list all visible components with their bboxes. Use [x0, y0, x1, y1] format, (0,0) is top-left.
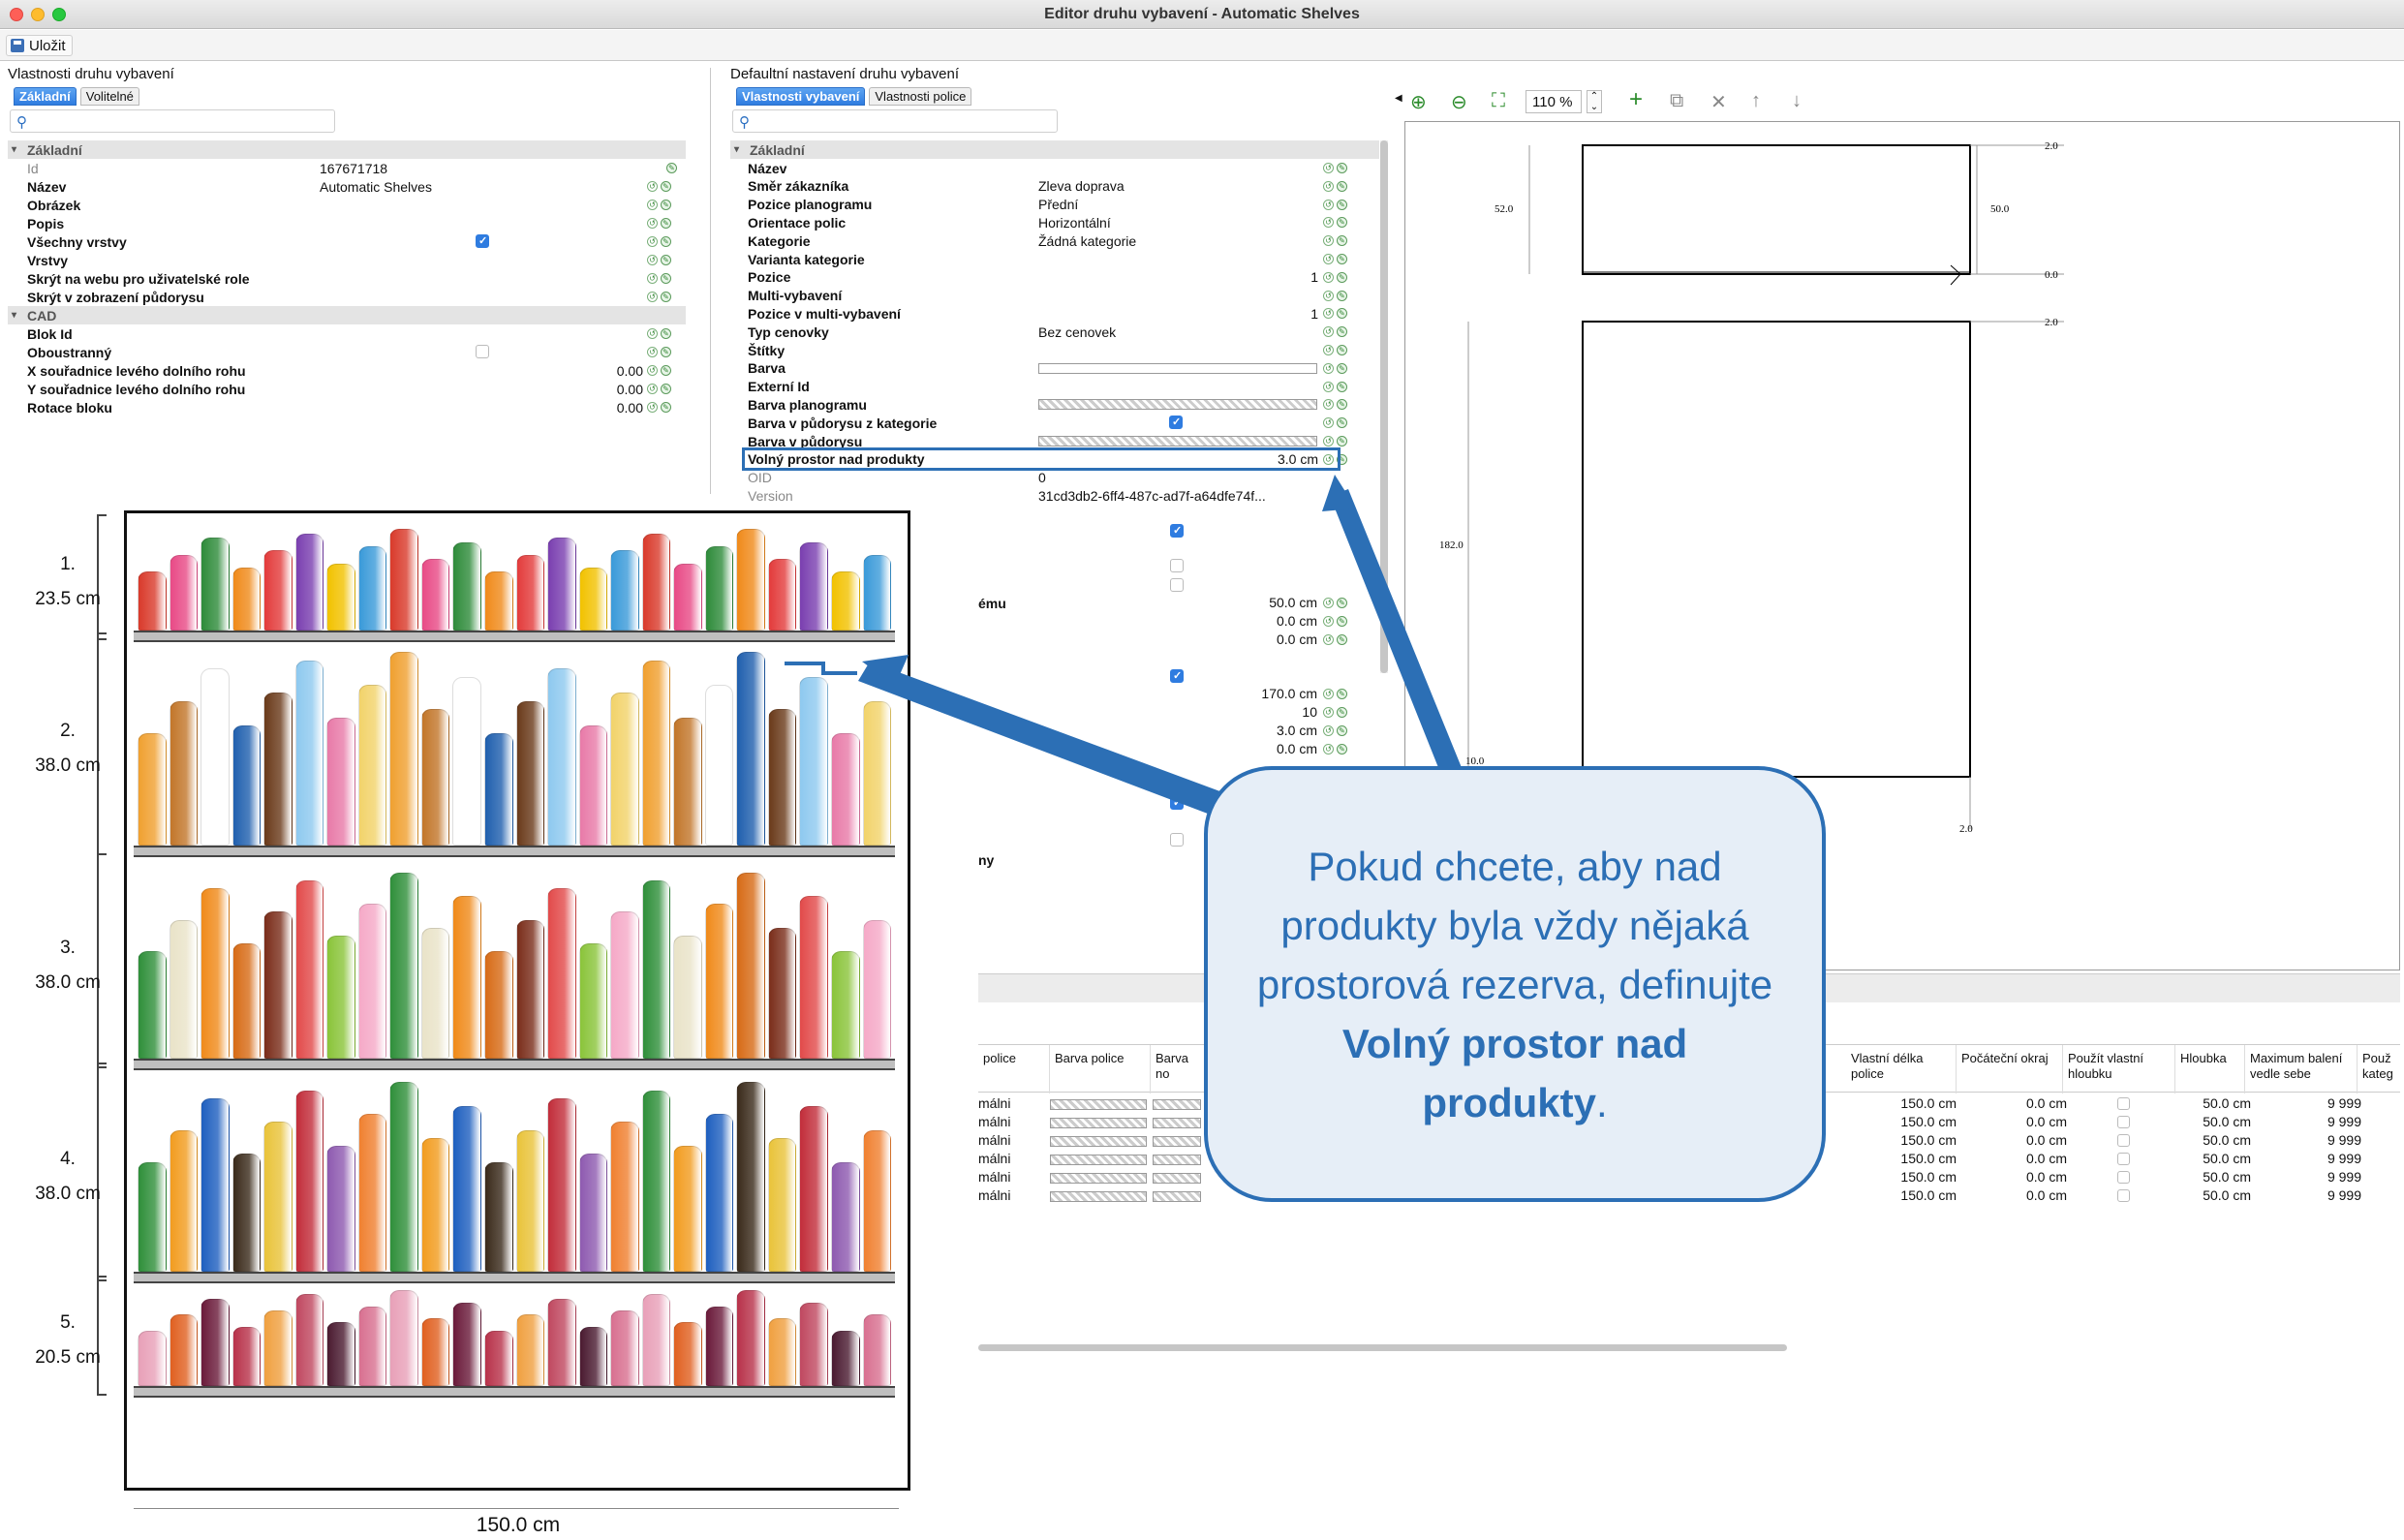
arrow-to-shelf: [858, 662, 1259, 818]
callout-text: Pokud chcete, aby nad produkty byla vždy…: [1256, 843, 1773, 1125]
arrow-head-row: [1322, 475, 1356, 511]
callout-bubble: Pokud chcete, aby nad produkty byla vždy…: [1204, 766, 1826, 1202]
callout-arrows: [785, 475, 1463, 818]
arrow-to-row: [1330, 489, 1463, 775]
space-marker: [785, 662, 857, 675]
